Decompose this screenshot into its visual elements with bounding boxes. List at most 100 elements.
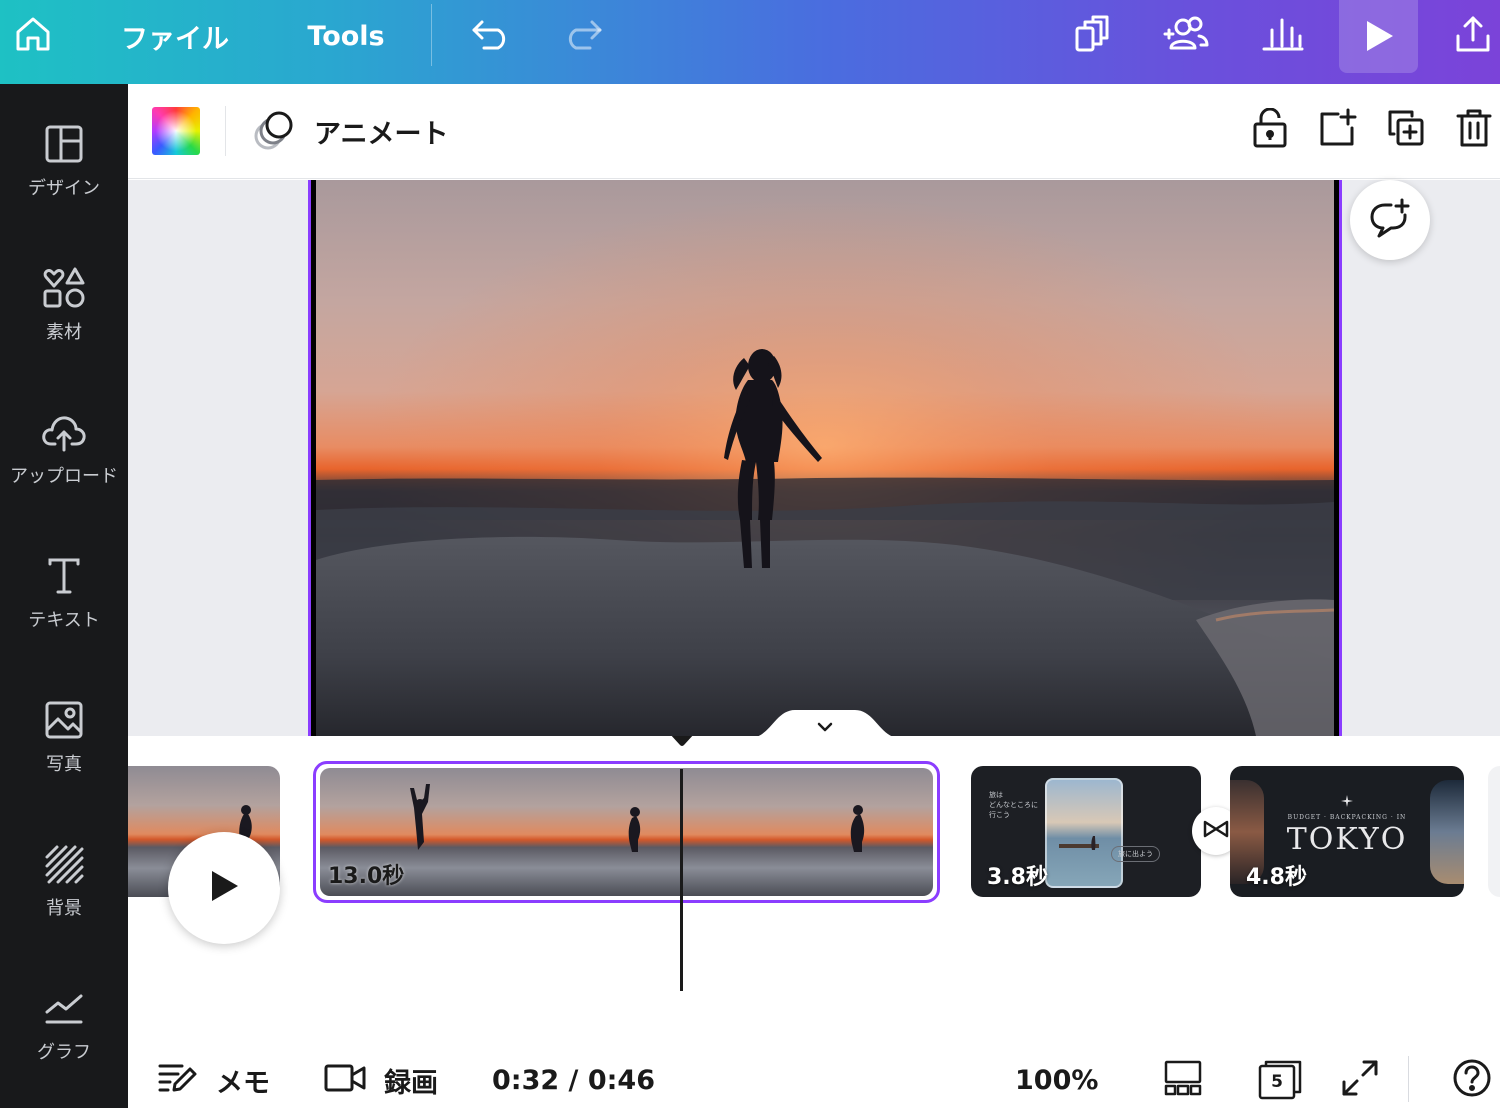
sidebar-item-label: 背景 (46, 898, 82, 919)
resize-button[interactable] (1066, 0, 1116, 72)
sidebar-item-photos[interactable]: 写真 (0, 696, 128, 816)
sidebar-item-label: アップロード (10, 466, 118, 487)
fullscreen-button[interactable] (1342, 1060, 1378, 1100)
add-comment-button[interactable] (1350, 180, 1430, 260)
home-button[interactable] (8, 0, 58, 72)
clip-caption: 旅に出よう (1111, 846, 1160, 862)
cloud-upload-icon (40, 408, 88, 456)
comment-add-icon (1369, 198, 1411, 242)
canvas-area (128, 180, 1500, 736)
design-page[interactable] (308, 180, 1342, 736)
lock-icon (1252, 107, 1288, 152)
layout-icon (40, 120, 88, 168)
sidebar-item-label: デザイン (28, 178, 100, 199)
notes-label: メモ (216, 1067, 270, 1099)
share-collaborators-button[interactable] (1158, 0, 1214, 72)
insights-button[interactable] (1258, 0, 1308, 72)
collapse-timeline-button[interactable] (750, 708, 900, 738)
sidebar-item-label: テキスト (28, 610, 100, 631)
clip-duration: 3.8秒 (987, 865, 1048, 890)
sidebar-item-uploads[interactable]: アップロード (0, 408, 128, 528)
tools-menu-label: Tools (307, 20, 385, 52)
home-icon (13, 14, 53, 58)
zoom-level-button[interactable]: 100% (1015, 1060, 1098, 1100)
play-icon (1339, 0, 1418, 72)
playhead[interactable] (680, 769, 683, 991)
redo-icon (562, 18, 604, 54)
toolbar-divider (225, 106, 226, 156)
delete-page-button[interactable] (1452, 108, 1496, 152)
playhead-handle[interactable] (669, 736, 695, 746)
sidebar: デザイン 素材 アップロード テキスト 写真 背景 グラフ (0, 84, 128, 1108)
zoom-level: 100% (1015, 1064, 1099, 1096)
video-camera-icon (324, 1063, 366, 1097)
page-count-button[interactable]: 5 (1258, 1060, 1302, 1100)
sidebar-item-design[interactable]: デザイン (0, 120, 128, 240)
undo-button[interactable] (466, 0, 516, 72)
bar-chart-icon (1262, 16, 1304, 56)
chevron-down-icon (816, 718, 834, 737)
selected-clip-frames: 13.0秒 (320, 768, 933, 896)
notes-icon (158, 1062, 198, 1098)
help-button[interactable] (1452, 1058, 1492, 1102)
animate-label: アニメート (314, 118, 449, 150)
timeline: 13.0秒 旅は どんなところに 行こう 旅に出よう 3.8秒 BUDGET ·… (128, 736, 1500, 1048)
background-icon (40, 840, 88, 888)
color-picker-button[interactable] (152, 107, 200, 155)
transition-icon (1203, 820, 1229, 842)
duplicate-page-button[interactable] (1384, 108, 1428, 152)
bottom-bar: メモ 録画 0:32 / 0:46 100% 5 (128, 1048, 1500, 1108)
duplicate-icon (1386, 108, 1426, 152)
elements-icon (40, 264, 88, 312)
sidebar-item-label: グラフ (37, 1042, 91, 1063)
add-page-icon (1318, 108, 1358, 152)
record-button[interactable]: 録画 (324, 1060, 438, 1100)
text-icon (40, 552, 88, 600)
lock-button[interactable] (1248, 107, 1292, 152)
chart-icon (40, 984, 88, 1032)
animate-icon (252, 106, 298, 156)
sidebar-item-elements[interactable]: 素材 (0, 264, 128, 384)
editor-toolbar: アニメート (128, 84, 1500, 179)
record-label: 録画 (384, 1067, 438, 1099)
sidebar-item-label: 写真 (46, 754, 82, 775)
add-people-icon (1161, 14, 1211, 58)
animate-button[interactable]: アニメート (252, 104, 448, 158)
sidebar-item-label: 素材 (46, 322, 82, 343)
expand-icon (1342, 1060, 1378, 1100)
timeline-view-button[interactable] (1164, 1060, 1202, 1100)
clip-duration: 4.8秒 (1246, 865, 1307, 890)
clip-overlay-text: 旅は どんなところに 行こう (989, 791, 1038, 819)
copy-pages-icon (1071, 14, 1111, 58)
share-button[interactable] (1450, 0, 1496, 72)
photo-icon (40, 696, 88, 744)
time-display: 0:32 / 0:46 (492, 1064, 655, 1096)
notes-button[interactable]: メモ (158, 1060, 270, 1100)
playback-time: 0:32 / 0:46 (492, 1060, 655, 1100)
sidebar-item-charts[interactable]: グラフ (0, 984, 128, 1104)
sunset-beach-photo[interactable] (316, 180, 1334, 736)
redo-button[interactable] (558, 0, 608, 72)
pages-icon: 5 (1258, 1060, 1302, 1100)
add-page-button[interactable] (1316, 108, 1360, 152)
file-menu[interactable]: ファイル (110, 0, 240, 72)
undo-icon (470, 18, 512, 54)
file-menu-label: ファイル (121, 23, 229, 55)
timeline-add-page[interactable] (1488, 766, 1500, 897)
timeline-clip-travel[interactable]: 旅は どんなところに 行こう 旅に出よう 3.8秒 (971, 766, 1201, 897)
tools-menu[interactable]: Tools (296, 0, 396, 72)
present-button[interactable] (1339, 0, 1418, 73)
sidebar-item-background[interactable]: 背景 (0, 840, 128, 960)
clip-duration: 13.0秒 (328, 864, 405, 889)
timeline-clip-selected[interactable]: 13.0秒 (313, 761, 940, 903)
clip-small-title: BUDGET · BACKPACKING · IN (1287, 814, 1407, 821)
timeline-clip-tokyo[interactable]: BUDGET · BACKPACKING · IN TOKYO 4.8秒 (1230, 766, 1464, 897)
page-count: 5 (1271, 1072, 1283, 1092)
help-icon (1452, 1058, 1492, 1102)
sidebar-item-text[interactable]: テキスト (0, 552, 128, 672)
trash-icon (1455, 108, 1493, 152)
clip-photo-thumbnail (1045, 778, 1123, 888)
bottombar-divider (1408, 1056, 1409, 1102)
play-timeline-button[interactable] (168, 832, 280, 944)
timeline-view-icon (1164, 1060, 1202, 1100)
